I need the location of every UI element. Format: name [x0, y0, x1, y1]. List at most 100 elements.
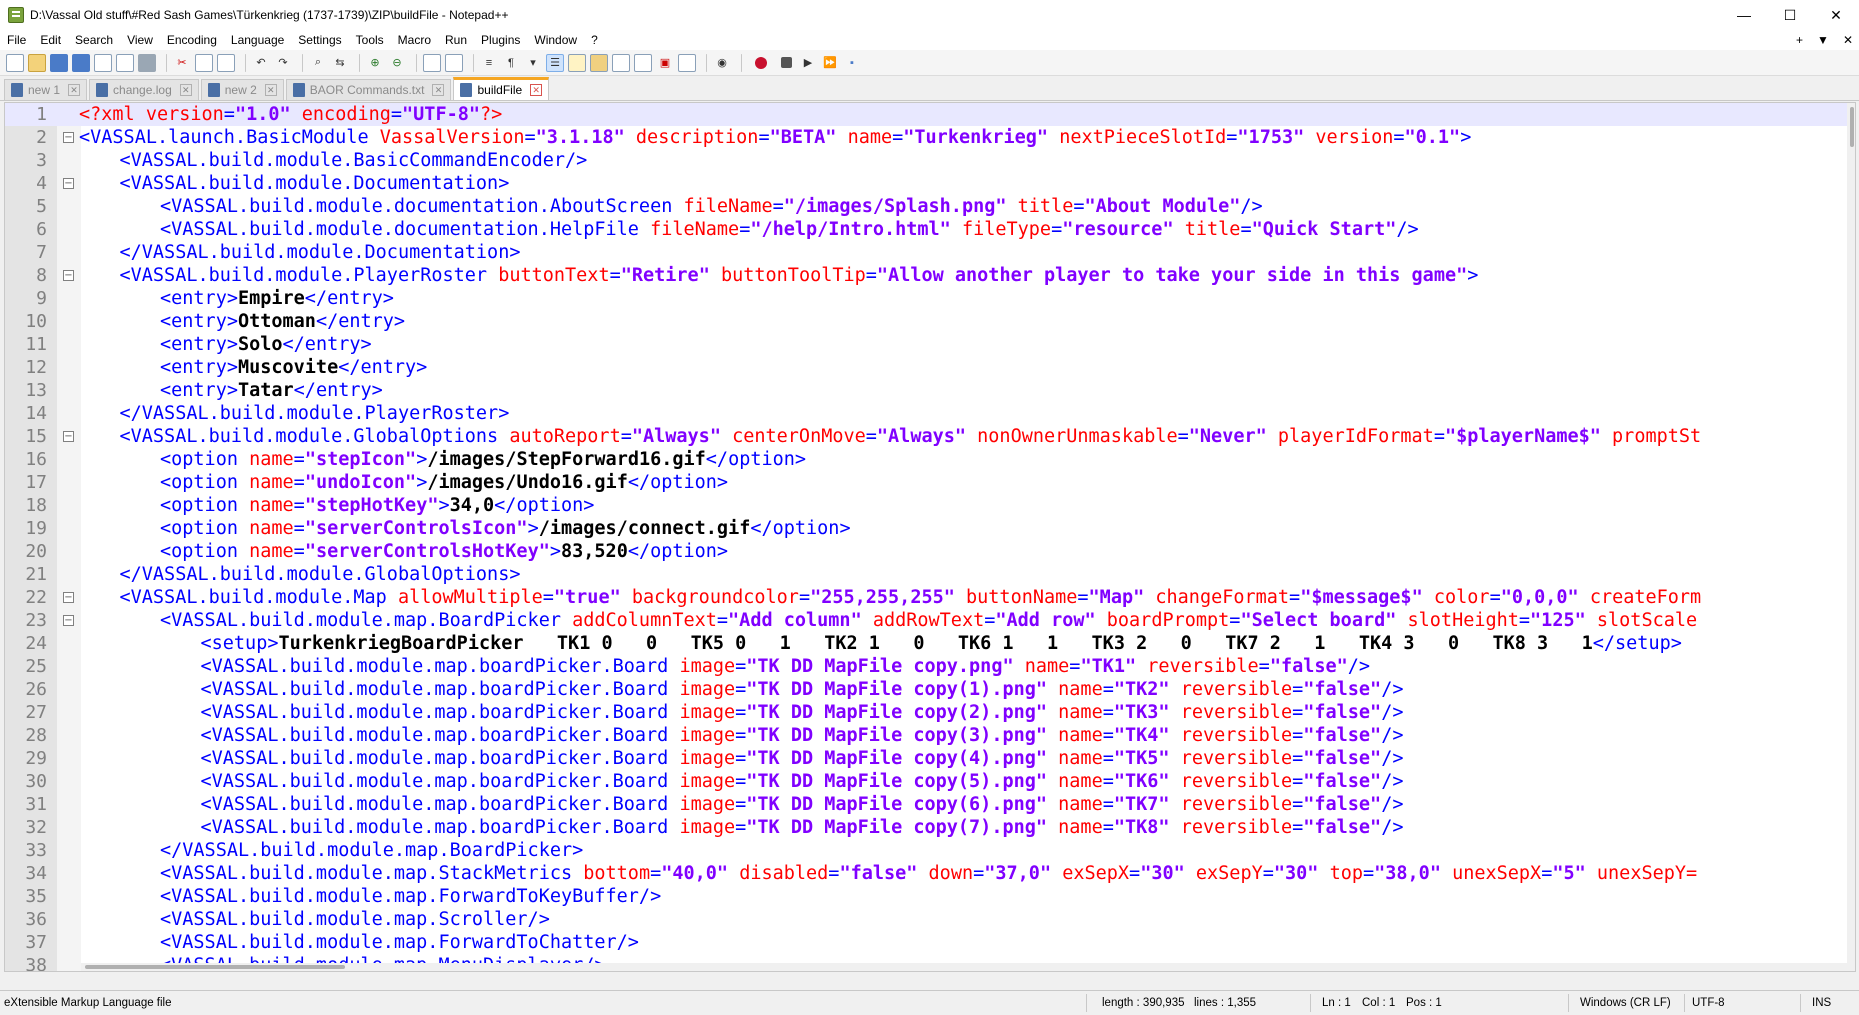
- tab-new-1[interactable]: new 1 ✕: [4, 79, 88, 100]
- code-line[interactable]: 29 <VASSAL.build.module.map.boardPicker.B…: [5, 747, 1855, 770]
- close-file-icon[interactable]: [94, 53, 112, 72]
- fold-toggle-icon[interactable]: −: [63, 178, 74, 189]
- menu-encoding[interactable]: Encoding: [160, 33, 224, 47]
- vertical-scrollbar[interactable]: [1847, 103, 1855, 971]
- menu-tools[interactable]: Tools: [349, 33, 391, 47]
- menu-settings[interactable]: Settings: [291, 33, 348, 47]
- replace-icon[interactable]: ⇆: [331, 54, 349, 72]
- code-line[interactable]: 13 <entry>Tatar</entry>: [5, 379, 1855, 402]
- word-wrap-icon[interactable]: ≡: [480, 54, 498, 72]
- code-line[interactable]: 16 <option name="stepIcon">/images/StepFo…: [5, 448, 1855, 471]
- code-line[interactable]: 9 <entry>Empire</entry>: [5, 287, 1855, 310]
- fold-toggle-icon[interactable]: −: [63, 132, 74, 143]
- code-line[interactable]: 5 <VASSAL.build.module.documentation.Abou…: [5, 195, 1855, 218]
- code-line[interactable]: 7 </VASSAL.build.module.Documentation>: [5, 241, 1855, 264]
- code-line[interactable]: 1 <?xml version="1.0" encoding="UTF-8"?>: [5, 103, 1855, 126]
- save-macro-icon[interactable]: ▪: [843, 54, 861, 72]
- menu-edit[interactable]: Edit: [33, 33, 68, 47]
- save-all-icon[interactable]: [72, 53, 90, 72]
- close-tab-icon[interactable]: ✕: [530, 84, 543, 96]
- minimize-button[interactable]: —: [1721, 0, 1767, 30]
- record-macro-icon[interactable]: [755, 56, 767, 69]
- code-line[interactable]: 10 <entry>Ottoman</entry>: [5, 310, 1855, 333]
- show-all-characters-icon[interactable]: ¶: [502, 54, 520, 72]
- cut-icon[interactable]: ✂: [173, 54, 191, 72]
- sync-horizontal-icon[interactable]: [445, 53, 463, 72]
- tab-new-2[interactable]: new 2 ✕: [200, 79, 284, 100]
- document-switcher-icon[interactable]: [678, 53, 696, 72]
- new-file-icon[interactable]: [6, 53, 24, 72]
- code-line[interactable]: 3 <VASSAL.build.module.BasicCommandEncode…: [5, 149, 1855, 172]
- menu-help[interactable]: ?: [584, 33, 605, 47]
- sync-vertical-icon[interactable]: [423, 53, 441, 72]
- tab-change-log[interactable]: change.log ✕: [89, 79, 199, 100]
- close-tab-icon[interactable]: ✕: [179, 84, 192, 96]
- find-icon[interactable]: ⌕: [309, 54, 327, 72]
- code-line[interactable]: 32 <VASSAL.build.module.map.boardPicker.B…: [5, 816, 1855, 839]
- code-line[interactable]: 25 <VASSAL.build.module.map.boardPicker.B…: [5, 655, 1855, 678]
- close-button[interactable]: ✕: [1813, 0, 1859, 30]
- code-line[interactable]: 28 <VASSAL.build.module.map.boardPicker.B…: [5, 724, 1855, 747]
- code-line[interactable]: 11 <entry>Solo</entry>: [5, 333, 1855, 356]
- code-line[interactable]: 18 <option name="stepHotKey">34,0</option…: [5, 494, 1855, 517]
- tab-baor-commands[interactable]: BAOR Commands.txt ✕: [285, 79, 452, 100]
- menu-language[interactable]: Language: [224, 33, 291, 47]
- monitoring-icon[interactable]: ◉: [713, 54, 731, 72]
- code-line[interactable]: 33 </VASSAL.build.module.map.BoardPicker>: [5, 839, 1855, 862]
- close-document-icon[interactable]: ✕: [1843, 33, 1853, 47]
- status-encoding[interactable]: UTF-8: [1692, 997, 1725, 1009]
- zoom-in-icon[interactable]: ⊕: [366, 54, 384, 72]
- code-line[interactable]: 27 <VASSAL.build.module.map.boardPicker.B…: [5, 701, 1855, 724]
- code-line[interactable]: 26 <VASSAL.build.module.map.boardPicker.B…: [5, 678, 1855, 701]
- redo-icon[interactable]: ↷: [274, 54, 292, 72]
- code-line[interactable]: 31 <VASSAL.build.module.map.boardPicker.B…: [5, 793, 1855, 816]
- scroll-thumb[interactable]: [85, 965, 345, 969]
- save-icon[interactable]: [50, 53, 68, 72]
- menu-macro[interactable]: Macro: [391, 33, 438, 47]
- folder-as-workspace-icon[interactable]: ▣: [656, 54, 674, 72]
- fold-toggle-icon[interactable]: −: [63, 270, 74, 281]
- indent-guide-icon[interactable]: ☰: [546, 53, 564, 72]
- fold-toggle-icon[interactable]: −: [63, 615, 74, 626]
- document-list-icon[interactable]: [612, 53, 630, 72]
- fold-toggle-icon[interactable]: −: [63, 431, 74, 442]
- code-line[interactable]: 14 </VASSAL.build.module.PlayerRoster>: [5, 402, 1855, 425]
- undo-icon[interactable]: ↶: [252, 54, 270, 72]
- horizontal-scrollbar[interactable]: [81, 963, 1849, 971]
- copy-icon[interactable]: [195, 53, 213, 72]
- close-tab-icon[interactable]: ✕: [432, 84, 445, 96]
- code-editor[interactable]: 1 <?xml version="1.0" encoding="UTF-8"?> 2…: [4, 102, 1856, 972]
- code-line[interactable]: 23 − <VASSAL.build.module.map.BoardPicker …: [5, 609, 1855, 632]
- open-file-icon[interactable]: [28, 53, 46, 72]
- close-all-icon[interactable]: [116, 53, 134, 72]
- playback-macro-icon[interactable]: ▶: [799, 54, 817, 72]
- code-line[interactable]: 22 − <VASSAL.build.module.Map allowMultipl…: [5, 586, 1855, 609]
- status-eol[interactable]: Windows (CR LF): [1580, 997, 1671, 1009]
- code-line[interactable]: 37 <VASSAL.build.module.map.ForwardToChat…: [5, 931, 1855, 954]
- code-line[interactable]: 17 <option name="undoIcon">/images/Undo16…: [5, 471, 1855, 494]
- code-line[interactable]: 24 <setup>TurkenkriegBoardPicker TK1 0 0 …: [5, 632, 1855, 655]
- new-tab-icon[interactable]: +: [1796, 33, 1803, 47]
- code-line[interactable]: 30 <VASSAL.build.module.map.boardPicker.B…: [5, 770, 1855, 793]
- user-language-icon[interactable]: [568, 53, 586, 72]
- close-tab-icon[interactable]: ✕: [68, 84, 81, 96]
- menu-view[interactable]: View: [120, 33, 160, 47]
- code-line[interactable]: 21 </VASSAL.build.module.GlobalOptions>: [5, 563, 1855, 586]
- code-line[interactable]: 6 <VASSAL.build.module.documentation.Help…: [5, 218, 1855, 241]
- menu-search[interactable]: Search: [68, 33, 120, 47]
- menu-file[interactable]: File: [0, 33, 33, 47]
- menu-run[interactable]: Run: [438, 33, 474, 47]
- code-line[interactable]: 19 <option name="serverControlsIcon">/ima…: [5, 517, 1855, 540]
- code-line[interactable]: 35 <VASSAL.build.module.map.ForwardToKeyB…: [5, 885, 1855, 908]
- doc-map-icon[interactable]: [590, 53, 608, 72]
- code-line[interactable]: 4 − <VASSAL.build.module.Documentation>: [5, 172, 1855, 195]
- code-line[interactable]: 36 <VASSAL.build.module.map.Scroller/>: [5, 908, 1855, 931]
- code-line[interactable]: 15 − <VASSAL.build.module.GlobalOptions au…: [5, 425, 1855, 448]
- tab-list-icon[interactable]: ▼: [1817, 33, 1829, 47]
- maximize-button[interactable]: ☐: [1767, 0, 1813, 30]
- run-macro-multiple-icon[interactable]: ⏩: [821, 54, 839, 72]
- fold-toggle-icon[interactable]: −: [63, 592, 74, 603]
- scroll-thumb[interactable]: [1850, 107, 1854, 147]
- zoom-out-icon[interactable]: ⊖: [388, 54, 406, 72]
- stop-recording-icon[interactable]: [781, 57, 792, 68]
